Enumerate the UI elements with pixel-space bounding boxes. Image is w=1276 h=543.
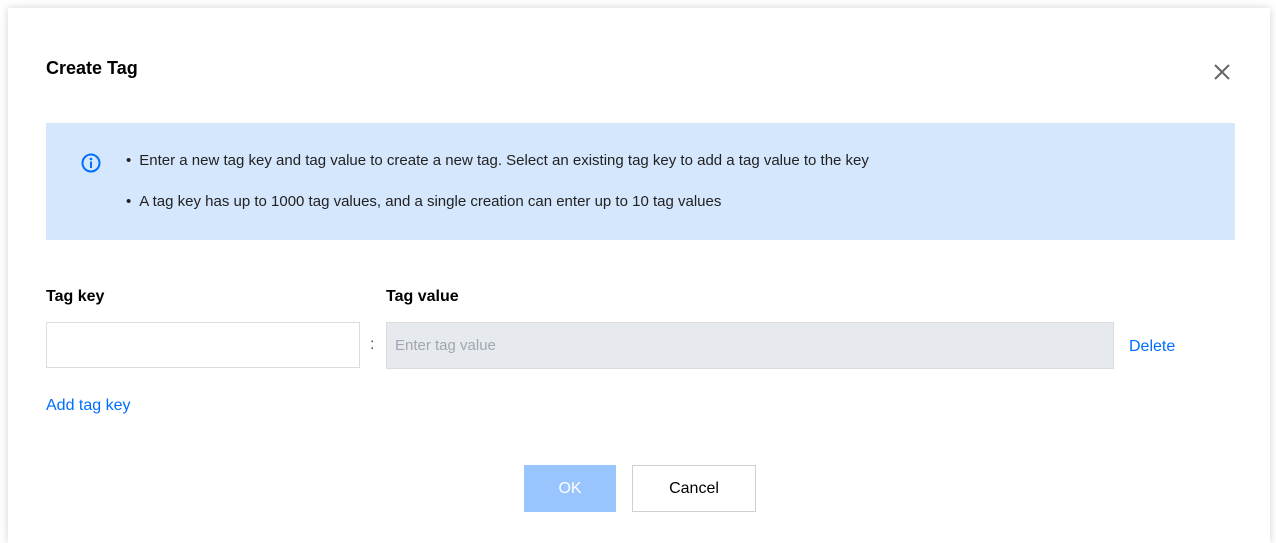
create-tag-dialog: Create Tag • Enter a new tag key and tag …: [8, 8, 1270, 543]
delete-link[interactable]: Delete: [1129, 338, 1175, 356]
close-icon[interactable]: [1210, 60, 1234, 84]
info-list: • Enter a new tag key and tag value to cr…: [126, 151, 869, 233]
tag-key-label: Tag key: [46, 288, 105, 305]
ok-button[interactable]: OK: [524, 465, 616, 512]
dialog-title: Create Tag: [46, 58, 138, 78]
tag-value-label: Tag value: [386, 288, 459, 305]
tag-key-input[interactable]: [46, 322, 360, 368]
key-value-separator: :: [370, 336, 375, 353]
cancel-button[interactable]: Cancel: [632, 465, 756, 512]
info-item: • Enter a new tag key and tag value to cr…: [126, 151, 869, 171]
bullet: •: [126, 152, 132, 169]
info-icon: [81, 153, 101, 173]
info-item: • A tag key has up to 1000 tag values, an…: [126, 192, 869, 212]
add-tag-key-link[interactable]: Add tag key: [46, 397, 131, 415]
bullet: •: [126, 193, 132, 210]
info-item-text: Enter a new tag key and tag value to cre…: [139, 152, 869, 169]
info-banner: • Enter a new tag key and tag value to cr…: [46, 123, 1235, 240]
info-item-text: A tag key has up to 1000 tag values, and…: [139, 193, 722, 210]
tag-value-input[interactable]: [386, 322, 1114, 369]
